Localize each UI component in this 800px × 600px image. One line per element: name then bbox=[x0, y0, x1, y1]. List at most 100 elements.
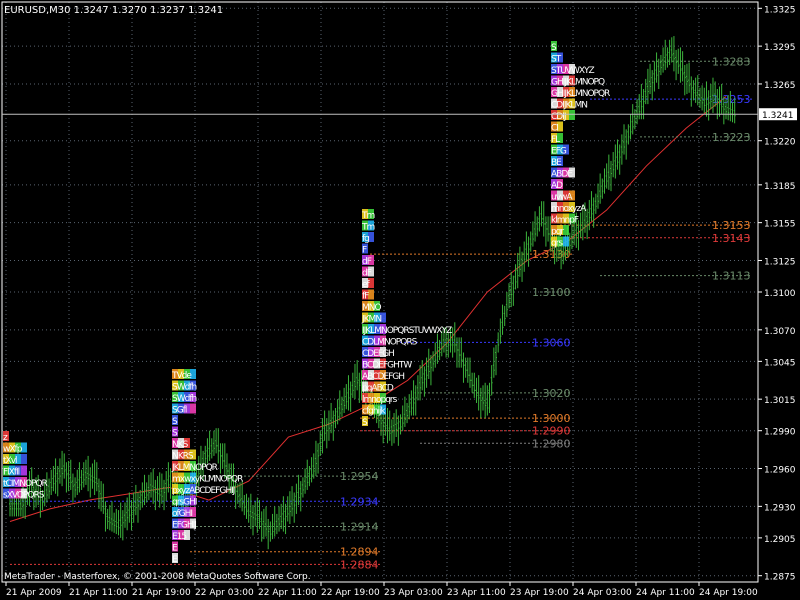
profile-letters: GHIJKLMNOPQR bbox=[551, 89, 610, 99]
profile-letters: BCDEFGHTW bbox=[362, 361, 412, 371]
profile-letters: EFG bbox=[551, 147, 567, 157]
chart-header: EURUSD,M30 1.3247 1.3270 1.3237 1.3241 bbox=[4, 5, 223, 16]
profile-letters: CDIJ bbox=[551, 112, 566, 122]
x-tick-label: 23 Apr 03:00 bbox=[384, 588, 443, 598]
profile-letters: pqABCD bbox=[362, 384, 394, 394]
price-level-label: 1.3000 bbox=[532, 412, 571, 425]
y-tick-label: 1.3155 bbox=[764, 220, 796, 230]
profile-letters: TVde bbox=[171, 371, 192, 381]
profile-letters: ABCDEFGH bbox=[362, 372, 404, 382]
profile-color-cell bbox=[21, 442, 27, 453]
profile-letters: NKS bbox=[172, 440, 189, 450]
copyright-footer: MetaTrader - Masterforex, © 2001-2008 Me… bbox=[4, 572, 311, 582]
price-level-label: 1.2894 bbox=[340, 546, 379, 559]
x-tick-label: 24 Apr 19:00 bbox=[699, 588, 758, 598]
price-level-label: 1.3020 bbox=[532, 387, 571, 400]
price-level-label: 1.2990 bbox=[532, 425, 571, 438]
profile-letters: ST bbox=[551, 55, 562, 65]
y-tick-label: 1.3265 bbox=[764, 81, 796, 91]
y-tick-label: 1.3220 bbox=[764, 138, 796, 148]
profile-letters: dF bbox=[362, 257, 372, 267]
profile-letters: wXfp bbox=[3, 445, 23, 455]
profile-color-cell bbox=[21, 465, 27, 476]
grid bbox=[2, 2, 758, 582]
profile-letters: mnoxyzA bbox=[551, 204, 587, 214]
profile-letters: MNO bbox=[362, 303, 381, 313]
profile-letters: JKLMNOPQR bbox=[171, 463, 218, 473]
price-level-label: 1.2914 bbox=[340, 521, 379, 534]
y-tick-label: 1.2960 bbox=[764, 466, 796, 476]
profile-letters: pqr bbox=[551, 227, 564, 237]
bid-label: 1.3241 bbox=[762, 111, 794, 121]
profile-color-cell bbox=[563, 225, 569, 235]
price-level-label: 1.2980 bbox=[532, 437, 571, 450]
price-level-label: 1.2884 bbox=[340, 558, 379, 571]
profile-letters: Tm bbox=[361, 223, 374, 233]
price-level-label: 1.3060 bbox=[532, 336, 571, 349]
y-tick-label: 1.3325 bbox=[764, 5, 796, 15]
profile-letters: mxwxyKLMNOPQR bbox=[172, 475, 243, 485]
profile-letters: uvwA bbox=[551, 193, 573, 203]
price-level-label: 1.3283 bbox=[712, 55, 751, 68]
y-tick-label: 1.3100 bbox=[764, 289, 796, 299]
x-tick-label: 21 Apr 19:00 bbox=[132, 588, 191, 598]
profile-letters: BE bbox=[551, 158, 562, 168]
profile-letters: NKRS bbox=[172, 452, 194, 462]
price-chart[interactable]: 1.32831.32531.32231.31531.31431.31301.31… bbox=[0, 0, 800, 600]
x-tick-label: 21 Apr 2009 bbox=[6, 588, 62, 598]
profile-letters: CDIJKLMN bbox=[551, 101, 587, 111]
plot-frame bbox=[1, 1, 759, 583]
profile-letters: klmnpF bbox=[551, 216, 579, 226]
profile-color-cell bbox=[368, 278, 374, 288]
profile-letters: qrs bbox=[551, 239, 563, 249]
profile-color-cell bbox=[569, 110, 575, 120]
profile-letters: pxyzABCDEFGHIJ bbox=[172, 486, 235, 496]
profile-letters: JKMN bbox=[361, 315, 381, 325]
profile-letters: SWdfh bbox=[172, 383, 196, 393]
profile-color-cell bbox=[368, 232, 374, 242]
x-tick-label: 23 Apr 11:00 bbox=[447, 588, 506, 598]
profile-letters: Tm bbox=[361, 211, 374, 221]
price-level-label: 1.3130 bbox=[532, 248, 571, 261]
x-tick-label: 23 Apr 19:00 bbox=[510, 588, 569, 598]
profile-letters: CI bbox=[551, 124, 558, 134]
x-tick-label: 21 Apr 11:00 bbox=[69, 588, 128, 598]
y-tick-label: 1.2875 bbox=[764, 573, 796, 583]
profile-letters: fg bbox=[362, 234, 369, 244]
y-tick-label: 1.2905 bbox=[764, 535, 796, 545]
profile-letters: FL bbox=[551, 135, 560, 145]
profile-letters: EFGHIJ bbox=[172, 521, 196, 531]
profile-letters: dF bbox=[362, 269, 372, 279]
price-level-label: 1.3143 bbox=[712, 232, 751, 245]
profile-letters: tCIMNOPQR bbox=[3, 479, 48, 489]
profile-letters: CDEFGH bbox=[362, 349, 394, 359]
x-tick-label: 22 Apr 03:00 bbox=[195, 588, 254, 598]
profile-letters: sXVOPQRS bbox=[3, 491, 45, 501]
profile-letters: qrsGHI bbox=[172, 498, 197, 508]
profile-color-cell bbox=[368, 289, 374, 300]
x-tick-label: 22 Apr 19:00 bbox=[321, 588, 380, 598]
price-level-label: 1.3100 bbox=[532, 286, 571, 299]
profile-letters: cfghijk bbox=[362, 407, 387, 417]
profile-letters: fF bbox=[362, 292, 369, 302]
chart-window[interactable]: 1.3283 1.3253 1.3223 1.3153 1.3143 1.3130 1.31… bbox=[0, 0, 800, 600]
profile-letters: STUVWXYZ bbox=[551, 66, 595, 76]
profile-color-cell bbox=[190, 403, 196, 414]
y-tick-label: 1.2930 bbox=[764, 503, 796, 513]
profile-letters: tXvl bbox=[3, 456, 17, 466]
y-tick-label: 1.3070 bbox=[764, 327, 796, 337]
profile-letters: SWdfh bbox=[172, 394, 196, 404]
price-level-label: 1.3223 bbox=[712, 131, 751, 144]
y-tick-label: 1.3125 bbox=[764, 257, 796, 267]
y-tick-label: 1.3185 bbox=[764, 182, 796, 192]
profile-letters: CDLMNOPQRS bbox=[362, 338, 418, 348]
y-tick-label: 1.3295 bbox=[764, 43, 796, 53]
price-level-label: 1.2934 bbox=[340, 495, 379, 508]
y-tick-label: 1.3015 bbox=[764, 396, 796, 406]
axes: 1.3325 1.3295 1.3265 1.3220 1.3185 1.3155 1.31… bbox=[1, 1, 797, 598]
x-tick-label: 24 Apr 11:00 bbox=[636, 588, 695, 598]
x-tick-label: 22 Apr 11:00 bbox=[258, 588, 317, 598]
x-tick-label: 24 Apr 03:00 bbox=[573, 588, 632, 598]
profile-letters: E15 bbox=[172, 532, 186, 542]
profile-color-cell bbox=[563, 236, 569, 247]
